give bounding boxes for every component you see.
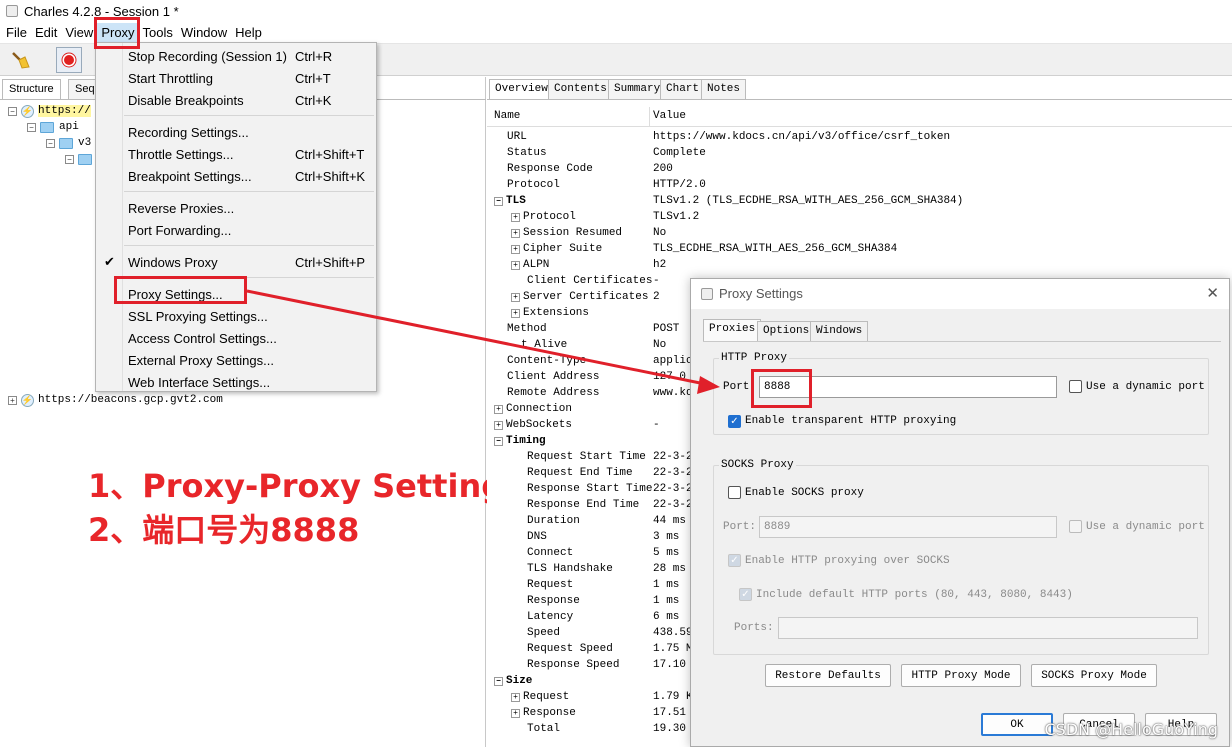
annotation-arrow bbox=[246, 289, 720, 394]
watermark: CSDN @HelloGuoYing bbox=[1044, 720, 1218, 739]
